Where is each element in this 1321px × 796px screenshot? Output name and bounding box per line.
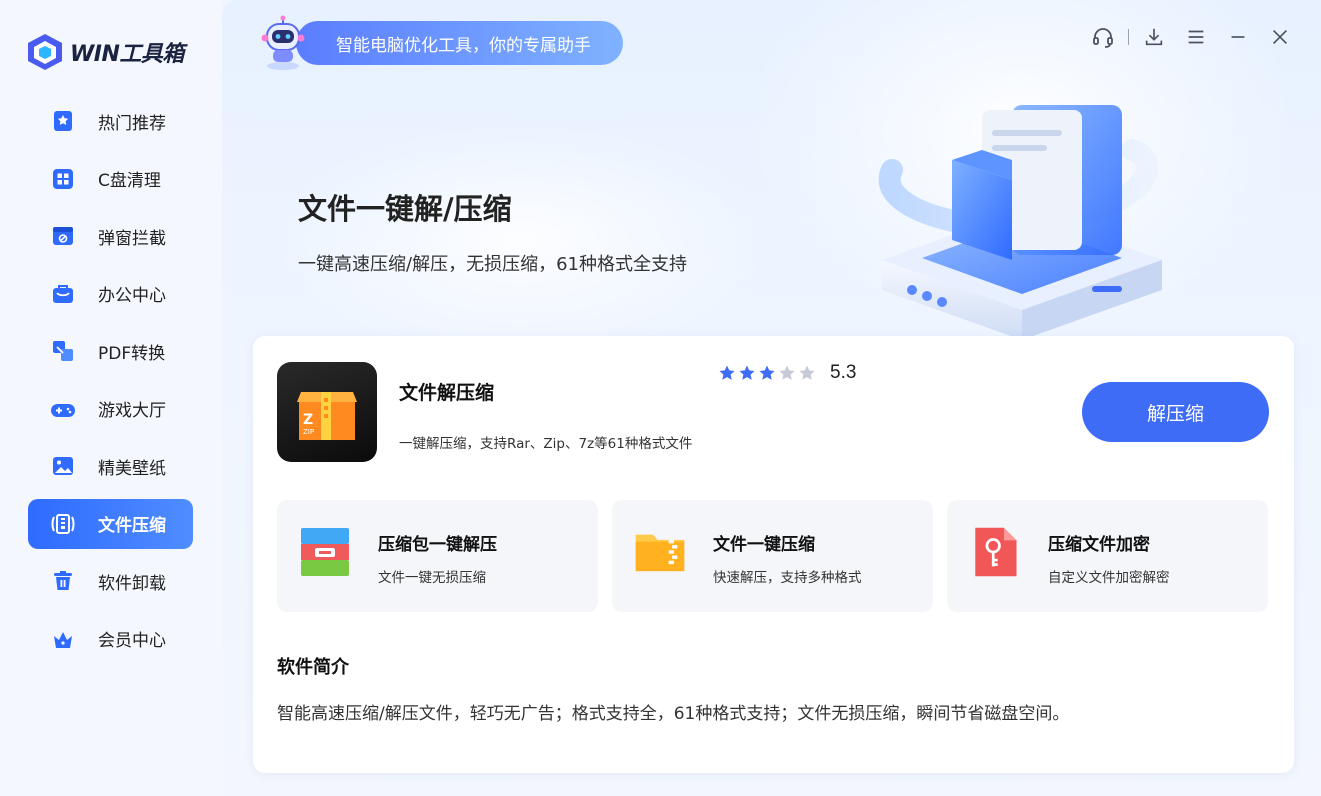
- star-icon: [759, 365, 775, 380]
- key-file-icon: [975, 527, 1017, 577]
- sidebar-item-office[interactable]: 办公中心: [28, 269, 193, 319]
- star-icon: [739, 365, 755, 380]
- sidebar-item-label: 软件卸载: [98, 573, 166, 594]
- feature-desc: 快速解压，支持多种格式: [713, 570, 862, 586]
- intro-text: 智能高速压缩/解压文件，轻巧无广告；格式支持全，61种格式支持；文件无损压缩，瞬…: [277, 704, 1070, 724]
- image-icon: [50, 453, 76, 479]
- logo-icon: [28, 34, 62, 70]
- sidebar-item-popup-block[interactable]: 弹窗拦截: [28, 211, 193, 261]
- sidebar-item-label: 游戏大厅: [98, 401, 166, 421]
- robot-mascot-icon: [261, 15, 305, 70]
- sidebar-item-label: PDF转换: [98, 343, 166, 364]
- block-window-icon: [50, 223, 76, 249]
- app-name: 文件解压缩: [399, 382, 495, 404]
- page-subtitle: 一键高速压缩/解压，无损压缩，61种格式全支持: [298, 254, 687, 275]
- sidebar-item-label: C盘清理: [98, 171, 161, 191]
- close-icon[interactable]: [1259, 22, 1301, 52]
- crown-icon: [50, 626, 76, 652]
- sidebar-item-label: 会员中心: [98, 631, 166, 651]
- star-bookmark-icon: [50, 108, 76, 134]
- app-detail-card: Z ZIP 文件解压缩 一键解压缩，支持Rar、Zip、7z等61种格式文件 5…: [253, 336, 1294, 773]
- rating-score: 5.3: [830, 362, 857, 383]
- background-glow: [262, 120, 782, 360]
- sidebar-item-pdf[interactable]: PDF转换: [28, 326, 193, 376]
- app-icon: Z ZIP: [277, 362, 377, 462]
- sidebar-item-c-clean[interactable]: C盘清理: [28, 154, 193, 204]
- grid-icon: [50, 166, 76, 192]
- sidebar-item-games[interactable]: 游戏大厅: [28, 384, 193, 434]
- window-controls: [1082, 22, 1301, 52]
- sidebar-item-label: 精美壁纸: [98, 458, 166, 479]
- app-description: 一键解压缩，支持Rar、Zip、7z等61种格式文件: [399, 436, 693, 452]
- feature-desc: 文件一键无损压缩: [378, 570, 486, 586]
- sidebar-nav: 热门推荐 C盘清理 弹窗拦截 办公中心 PDF转换 游戏大厅 精美壁纸 文件压缩…: [28, 96, 193, 671]
- page-title: 文件一键解/压缩: [298, 192, 512, 226]
- divider: [1128, 29, 1129, 45]
- intro-heading: 软件简介: [277, 657, 349, 678]
- sidebar-item-wallpaper[interactable]: 精美壁纸: [28, 441, 193, 491]
- feature-list: 压缩包一键解压 文件一键无损压缩 文件一键压缩 快速解压，支持多种格式 压缩文件…: [277, 500, 1268, 612]
- sidebar-item-member[interactable]: 会员中心: [28, 614, 193, 664]
- archive-icon: [301, 528, 349, 576]
- star-rating: [718, 364, 816, 382]
- convert-icon: [50, 338, 76, 364]
- gamepad-icon: [50, 396, 76, 422]
- sidebar-item-file-compress[interactable]: 文件压缩: [28, 498, 193, 549]
- feature-title: 文件一键压缩: [713, 535, 815, 555]
- star-empty-icon: [779, 365, 795, 380]
- app-logo: WIN工具箱: [26, 30, 184, 74]
- feature-card-file-compress[interactable]: 文件一键压缩 快速解压，支持多种格式: [612, 500, 933, 612]
- feature-card-archive-extract[interactable]: 压缩包一键解压 文件一键无损压缩: [277, 500, 598, 612]
- decompress-button[interactable]: 解压缩: [1082, 382, 1269, 442]
- menu-icon[interactable]: [1175, 22, 1217, 52]
- feature-card-encrypt[interactable]: 压缩文件加密 自定义文件加密解密: [947, 500, 1268, 612]
- compress-icon: [50, 511, 76, 537]
- headset-icon[interactable]: [1082, 22, 1124, 52]
- zip-folder-icon: [635, 534, 685, 572]
- download-icon[interactable]: [1133, 22, 1175, 52]
- feature-desc: 自定义文件加密解密: [1048, 570, 1170, 586]
- briefcase-icon: [50, 281, 76, 307]
- sidebar-item-hot[interactable]: 热门推荐: [28, 96, 193, 146]
- hero-folder-illustration: [878, 105, 1162, 340]
- sidebar-item-label: 热门推荐: [98, 113, 166, 134]
- sidebar-item-label: 办公中心: [98, 286, 166, 306]
- trash-icon: [50, 568, 76, 594]
- main-panel: 智能电脑优化工具，你的专属助手 文件一键解/压缩 一键高速压缩/解压，无损压缩，…: [222, 0, 1321, 796]
- logo-text: WIN工具箱: [70, 42, 184, 67]
- feature-title: 压缩包一键解压: [378, 535, 497, 555]
- archive-box-icon: Z ZIP: [297, 392, 357, 440]
- star-empty-icon: [799, 365, 815, 380]
- svg-text:Z: Z: [303, 412, 313, 428]
- feature-title: 压缩文件加密: [1048, 535, 1150, 555]
- slogan-banner: 智能电脑优化工具，你的专属助手: [254, 14, 623, 72]
- minimize-icon[interactable]: [1217, 22, 1259, 52]
- svg-text:ZIP: ZIP: [303, 428, 314, 436]
- sidebar-item-label: 文件压缩: [98, 516, 166, 536]
- sidebar-item-uninstall[interactable]: 软件卸载: [28, 556, 193, 606]
- sidebar: WIN工具箱 热门推荐 C盘清理 弹窗拦截 办公中心 PDF转换 游戏大厅 精美…: [0, 0, 222, 796]
- star-icon: [719, 365, 735, 380]
- app-rating: 5.3: [718, 362, 856, 384]
- slogan-text: 智能电脑优化工具，你的专属助手: [296, 21, 623, 65]
- sidebar-item-label: 弹窗拦截: [98, 228, 166, 249]
